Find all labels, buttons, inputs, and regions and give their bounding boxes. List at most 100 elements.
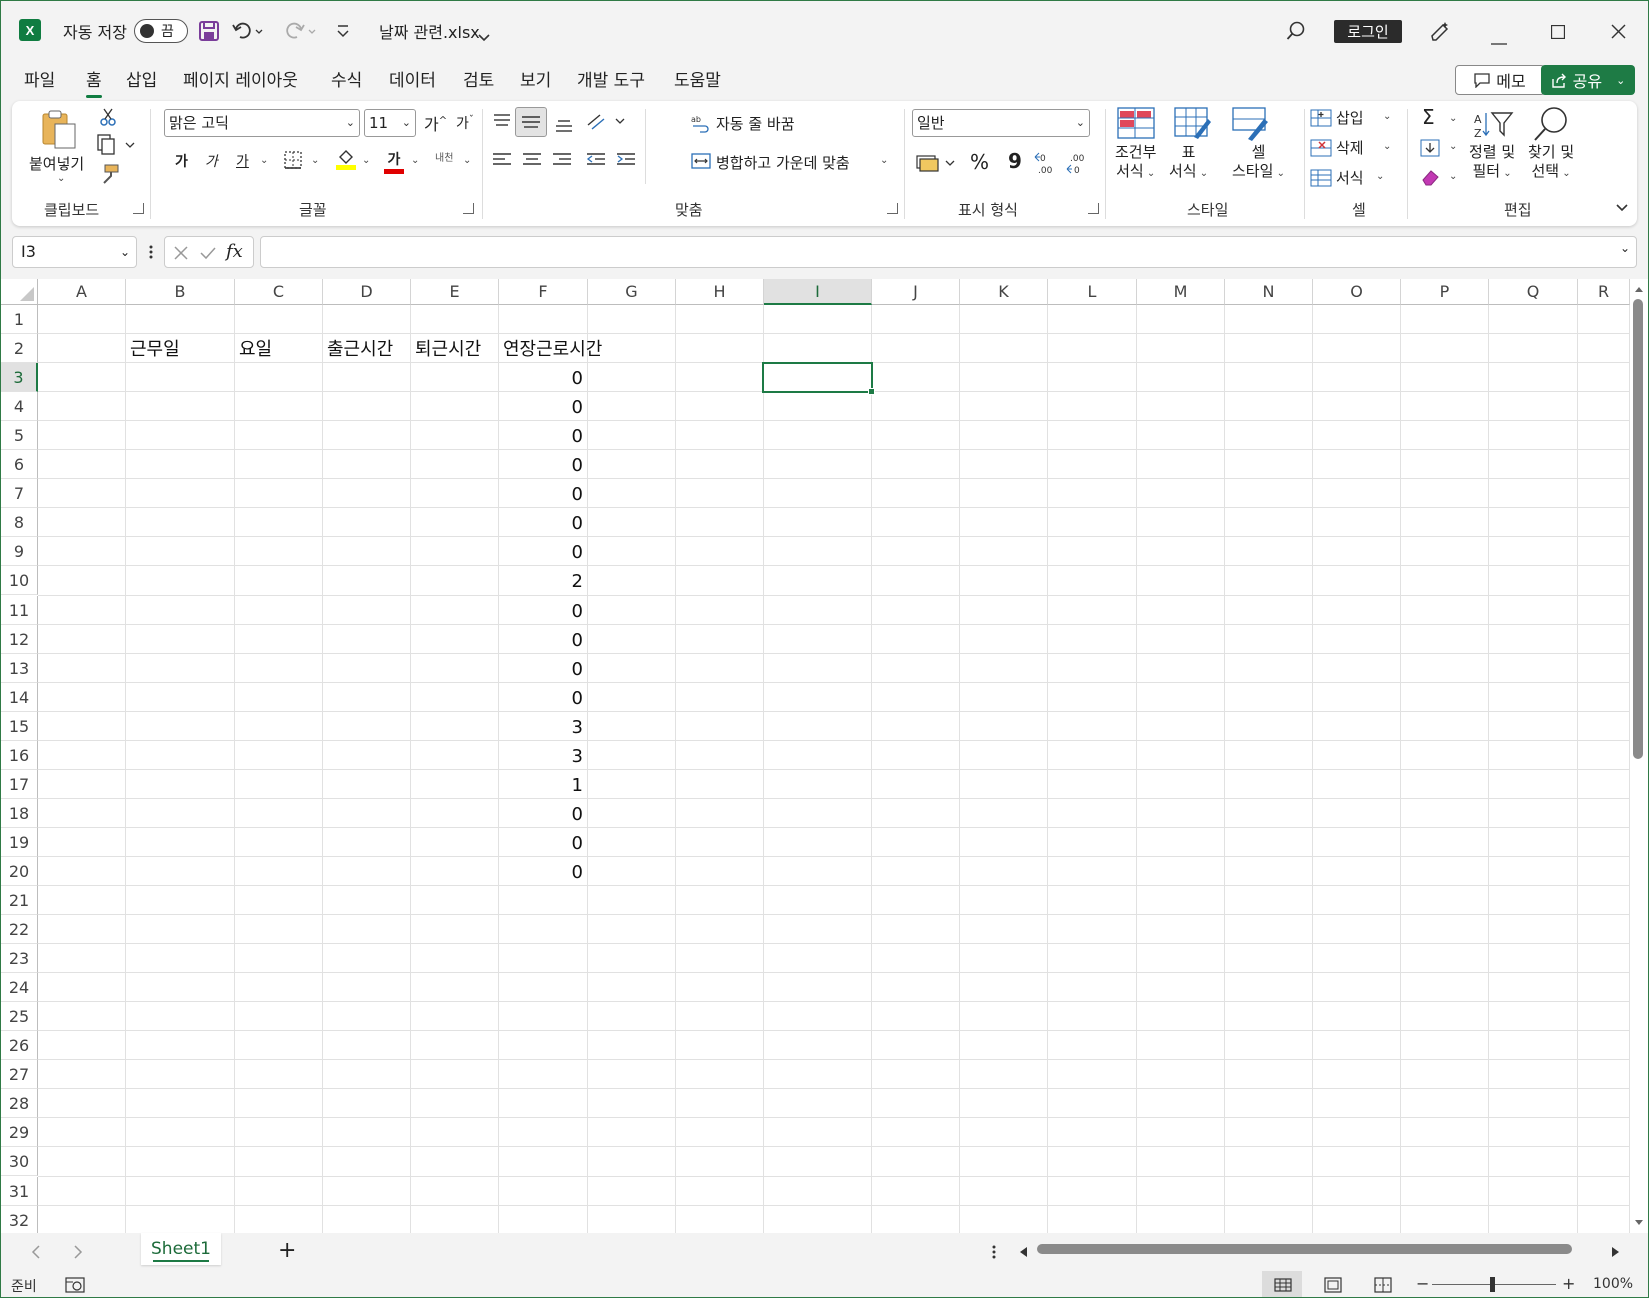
row-header-31[interactable]: 31	[1, 1176, 38, 1206]
row-header-12[interactable]: 12	[1, 624, 38, 654]
copy-icon[interactable]	[96, 134, 138, 160]
format-painter-icon[interactable]	[98, 163, 120, 189]
share-dropdown-icon[interactable]: ⌄	[1616, 74, 1625, 87]
row-header-2[interactable]: 2	[1, 334, 38, 364]
cell-d2[interactable]: 출근시간	[327, 336, 393, 363]
paste-icon[interactable]	[40, 109, 78, 153]
row-header-32[interactable]: 32	[1, 1205, 38, 1235]
cell-c2[interactable]: 요일	[239, 336, 272, 363]
cell-styles-button[interactable]: 셀 스타일 ⌄	[1232, 143, 1285, 183]
formula-input[interactable]: ⌄	[260, 236, 1637, 268]
maximize-icon[interactable]	[1550, 24, 1566, 43]
percent-button[interactable]: %	[970, 150, 989, 174]
cell-f16[interactable]: 3	[499, 743, 583, 770]
scroll-up-icon[interactable]	[1634, 285, 1644, 293]
row-header-11[interactable]: 11	[1, 595, 38, 625]
cell-styles-icon[interactable]	[1232, 107, 1270, 145]
tab-home[interactable]: 홈	[86, 67, 102, 98]
cell-f14[interactable]: 0	[499, 685, 583, 712]
font-size-select[interactable]: 11 ⌄	[364, 109, 416, 137]
tab-review[interactable]: 검토	[463, 67, 494, 95]
active-cell-i3[interactable]	[762, 362, 875, 396]
horizontal-scroll-thumb[interactable]	[1037, 1244, 1572, 1254]
number-launcher-icon[interactable]	[1088, 203, 1099, 214]
vertical-scroll-thumb[interactable]	[1633, 299, 1643, 759]
conditional-formatting-button[interactable]: 조건부 서식 ⌄	[1115, 143, 1156, 183]
cancel-icon[interactable]	[173, 245, 189, 261]
accessibility-icon[interactable]	[65, 1277, 85, 1293]
cell-f18[interactable]: 0	[499, 801, 583, 828]
format-dropdown-icon[interactable]: ⌄	[1376, 171, 1384, 182]
row-header-18[interactable]: 18	[1, 798, 38, 828]
zoom-slider-thumb[interactable]	[1490, 1277, 1495, 1292]
row-header-13[interactable]: 13	[1, 653, 38, 683]
phonetic-guide-button[interactable]: 내천	[435, 149, 453, 164]
font-name-select[interactable]: 맑은 고딕 ⌄	[164, 109, 360, 137]
row-header-8[interactable]: 8	[1, 508, 38, 538]
cell-f3[interactable]: 0	[499, 365, 583, 392]
cell-f13[interactable]: 0	[499, 656, 583, 683]
decrease-indent-icon[interactable]	[586, 152, 606, 172]
clipboard-launcher-icon[interactable]	[133, 203, 144, 214]
row-header-7[interactable]: 7	[1, 479, 38, 509]
orientation-icon[interactable]	[586, 111, 626, 135]
currency-icon[interactable]	[916, 151, 958, 177]
column-header-h[interactable]: H	[676, 279, 764, 305]
row-header-29[interactable]: 29	[1, 1118, 38, 1148]
row-header-23[interactable]: 23	[1, 944, 38, 974]
phonetic-dropdown-icon[interactable]: ⌄	[463, 155, 471, 166]
tab-help[interactable]: 도움말	[674, 67, 721, 95]
font-launcher-icon[interactable]	[463, 203, 474, 214]
autosave-toggle[interactable]: 끔	[134, 19, 188, 43]
row-header-17[interactable]: 17	[1, 769, 38, 799]
align-bottom-icon[interactable]	[554, 117, 574, 137]
grow-font-button[interactable]: 가^	[424, 111, 447, 135]
row-header-1[interactable]: 1	[1, 305, 38, 335]
expand-formula-icon[interactable]: ⌄	[1620, 241, 1630, 255]
column-header-c[interactable]: C	[235, 279, 323, 305]
insert-cells-label[interactable]: 삽입	[1336, 107, 1364, 128]
autosum-icon[interactable]: Σ	[1422, 105, 1435, 129]
tab-options-icon[interactable]	[992, 1245, 996, 1259]
tab-view[interactable]: 보기	[520, 67, 551, 95]
add-sheet-button[interactable]: +	[278, 1238, 296, 1263]
page-layout-view-icon[interactable]	[1324, 1277, 1342, 1293]
fill-icon[interactable]	[1420, 139, 1442, 161]
row-header-27[interactable]: 27	[1, 1060, 38, 1090]
column-header-e[interactable]: E	[411, 279, 499, 305]
fill-dropdown-icon[interactable]: ⌄	[1449, 141, 1457, 152]
sort-filter-icon[interactable]: AZ	[1474, 109, 1514, 145]
more-options-icon[interactable]	[148, 244, 154, 264]
column-header-f[interactable]: F	[499, 279, 588, 305]
row-header-28[interactable]: 28	[1, 1089, 38, 1119]
cell-f5[interactable]: 0	[499, 423, 583, 450]
zoom-in-button[interactable]: +	[1562, 1274, 1575, 1293]
tab-page-layout[interactable]: 페이지 레이아웃	[183, 67, 298, 95]
column-header-p[interactable]: P	[1401, 279, 1489, 305]
column-header-q[interactable]: Q	[1489, 279, 1578, 305]
align-top-icon[interactable]	[492, 113, 512, 133]
wrap-text-icon[interactable]: ab	[691, 113, 711, 137]
cell-f9[interactable]: 0	[499, 539, 583, 566]
memo-button[interactable]: 메모	[1455, 65, 1545, 95]
cell-f8[interactable]: 0	[499, 510, 583, 537]
worksheet-grid[interactable]: A B C D E F G H I J K L M N O P Q R 1 2 3 4 5 6 7 8 9 10 11 12 13 14 15 1…	[1, 279, 1648, 1235]
row-header-22[interactable]: 22	[1, 915, 38, 945]
column-header-d[interactable]: D	[323, 279, 411, 305]
row-header-9[interactable]: 9	[1, 537, 38, 567]
comma-button[interactable]: 9	[1008, 149, 1022, 173]
tab-formulas[interactable]: 수식	[331, 67, 362, 95]
cell-f12[interactable]: 0	[499, 627, 583, 654]
font-color-icon[interactable]: 가	[384, 149, 404, 174]
find-select-icon[interactable]	[1531, 105, 1571, 147]
row-header-10[interactable]: 10	[1, 566, 38, 596]
cell-f6[interactable]: 0	[499, 452, 583, 479]
align-center-icon[interactable]	[522, 152, 542, 172]
close-icon[interactable]	[1611, 24, 1626, 43]
delete-cells-icon[interactable]	[1310, 139, 1332, 161]
row-header-26[interactable]: 26	[1, 1031, 38, 1061]
find-select-button[interactable]: 찾기 및 선택 ⌄	[1528, 143, 1574, 183]
undo-icon[interactable]	[232, 21, 264, 45]
column-header-g[interactable]: G	[588, 279, 676, 305]
login-button[interactable]: 로그인	[1334, 20, 1402, 43]
